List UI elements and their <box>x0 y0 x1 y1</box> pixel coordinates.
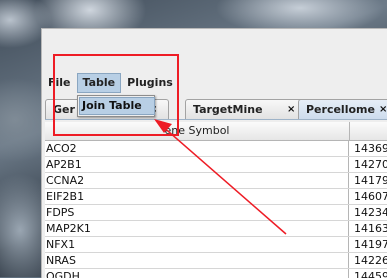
menu-plugins[interactable]: Plugins <box>121 73 179 93</box>
menu-table[interactable]: Table <box>76 73 122 93</box>
table-row[interactable]: MAP2K1 14163 <box>45 221 387 237</box>
tab-percellome-label: Percellome <box>306 103 375 116</box>
tab-gene-label: Ger <box>53 103 75 116</box>
data-table: ene Symbol ACO2 14369 AP2B1 14270 CCNA2 … <box>45 122 387 278</box>
table-row[interactable]: CCNA2 14179 <box>45 173 387 189</box>
cell-id[interactable]: 14607 <box>352 189 387 204</box>
cell-gene-symbol[interactable]: CCNA2 <box>45 173 349 188</box>
menu-bar: File Table Plugins <box>42 72 387 94</box>
cell-id[interactable]: 14163 <box>352 221 387 236</box>
table-row[interactable]: ACO2 14369 <box>45 141 387 157</box>
table-row[interactable]: FDPS 14234 <box>45 205 387 221</box>
cell-gene-symbol[interactable]: ACO2 <box>45 141 349 156</box>
table-row[interactable]: NFX1 14197 <box>45 237 387 253</box>
cell-gene-symbol[interactable]: MAP2K1 <box>45 221 349 236</box>
table-row[interactable]: NRAS 14226 <box>45 253 387 269</box>
close-icon[interactable]: × <box>379 100 387 119</box>
cell-gene-symbol[interactable]: EIF2B1 <box>45 189 349 204</box>
column-header-id[interactable] <box>350 122 387 141</box>
cell-id[interactable]: 14197 <box>352 237 387 252</box>
table-menu-dropdown: Join Table <box>77 95 155 117</box>
tab-percellome[interactable]: Percellome × <box>298 99 387 119</box>
menu-item-join-table[interactable]: Join Table <box>79 97 155 115</box>
table-row[interactable]: AP2B1 14270 <box>45 157 387 173</box>
cell-id[interactable]: 14270 <box>352 157 387 172</box>
cell-id[interactable]: 14179 <box>352 173 387 188</box>
cell-gene-symbol[interactable]: FDPS <box>45 205 349 220</box>
column-header-gene-symbol[interactable]: ene Symbol <box>45 122 350 141</box>
menu-file[interactable]: File <box>42 73 77 93</box>
cell-gene-symbol[interactable]: NRAS <box>45 253 349 268</box>
cell-gene-symbol[interactable]: AP2B1 <box>45 157 349 172</box>
cell-id[interactable]: 14369 <box>352 141 387 156</box>
application-window: File Table Plugins Ger × TargetMine × Pe… <box>41 28 387 278</box>
cell-id[interactable]: 14226 <box>352 253 387 268</box>
cell-id[interactable]: 14234 <box>352 205 387 220</box>
tab-targetmine[interactable]: TargetMine × <box>185 99 305 119</box>
table-row[interactable]: EIF2B1 14607 <box>45 189 387 205</box>
cell-gene-symbol[interactable]: NFX1 <box>45 237 349 252</box>
tab-targetmine-label: TargetMine <box>193 103 263 116</box>
column-header-label: ene Symbol <box>164 124 230 137</box>
close-icon[interactable]: × <box>287 100 295 119</box>
